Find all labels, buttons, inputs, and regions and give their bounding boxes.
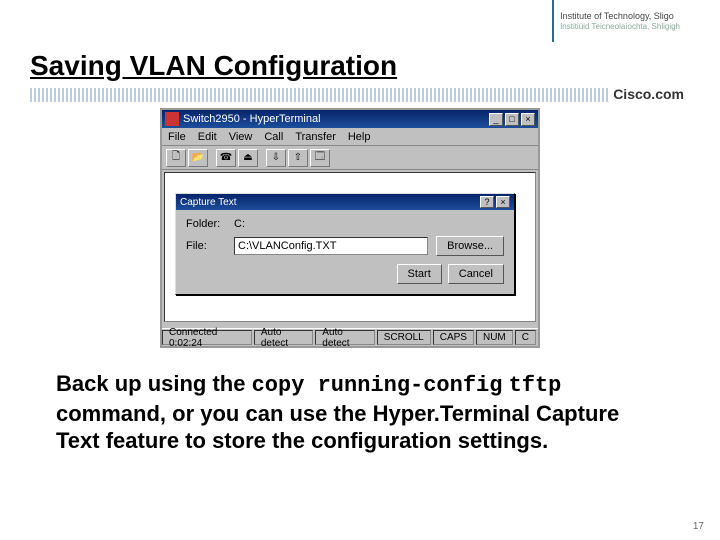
menu-view[interactable]: View	[223, 131, 259, 143]
body-code1: copy running-config	[252, 373, 503, 398]
status-detect2: Auto detect	[315, 330, 374, 345]
hyperterminal-window: Switch2950 - HyperTerminal _ □ × File Ed…	[160, 108, 540, 348]
logo-divider	[552, 0, 554, 42]
disconnect-icon[interactable]: ⏏	[238, 149, 258, 167]
body-code2: tftp	[509, 373, 562, 398]
send-icon[interactable]: ⇩	[266, 149, 286, 167]
body-post: command, or you can use the Hyper.Termin…	[56, 401, 619, 454]
decorative-bar	[30, 88, 690, 102]
institution-logo: Institute of Technology, Sligo Institiúi…	[552, 0, 680, 42]
connect-icon[interactable]: ☎	[216, 149, 236, 167]
app-icon	[165, 112, 179, 126]
status-num: NUM	[476, 330, 513, 345]
new-icon[interactable]: 🗋	[166, 149, 186, 167]
dialog-title-bar[interactable]: Capture Text ? ×	[176, 194, 514, 210]
institution-subtitle: Institiúid Teicneolaíochta, Shligigh	[560, 22, 680, 32]
toolbar: 🗋 📂 ☎ ⏏ ⇩ ⇧ 🗔	[162, 146, 538, 170]
menu-file[interactable]: File	[162, 131, 192, 143]
menu-help[interactable]: Help	[342, 131, 377, 143]
folder-label: Folder:	[186, 218, 226, 230]
dialog-buttons: Start Cancel	[186, 264, 504, 284]
capture-text-dialog: Capture Text ? × Folder: C: File: Browse…	[175, 193, 515, 295]
menu-bar: File Edit View Call Transfer Help	[162, 128, 538, 146]
maximize-button[interactable]: □	[505, 113, 519, 126]
dialog-title: Capture Text	[180, 197, 237, 208]
page-number: 17	[693, 521, 704, 532]
status-caps: CAPS	[433, 330, 474, 345]
folder-row: Folder: C:	[186, 218, 504, 230]
window-title-bar[interactable]: Switch2950 - HyperTerminal _ □ ×	[162, 110, 538, 128]
minimize-button[interactable]: _	[489, 113, 503, 126]
institution-name: Institute of Technology, Sligo	[560, 11, 680, 22]
dialog-close-button[interactable]: ×	[496, 196, 510, 208]
body-pre: Back up using the	[56, 371, 252, 396]
cancel-button[interactable]: Cancel	[448, 264, 504, 284]
browse-button[interactable]: Browse...	[436, 236, 504, 256]
status-c: C	[515, 330, 536, 345]
open-icon[interactable]: 📂	[188, 149, 208, 167]
file-row: File: Browse...	[186, 236, 504, 256]
window-controls: _ □ ×	[489, 113, 535, 126]
slide-title: Saving VLAN Configuration	[30, 50, 397, 82]
menu-call[interactable]: Call	[258, 131, 289, 143]
folder-value: C:	[234, 218, 245, 230]
status-connected: Connected 0:02:24	[162, 330, 252, 345]
menu-transfer[interactable]: Transfer	[289, 131, 342, 143]
status-detect1: Auto detect	[254, 330, 313, 345]
file-input[interactable]	[234, 237, 428, 255]
properties-icon[interactable]: 🗔	[310, 149, 330, 167]
dialog-help-button[interactable]: ?	[480, 196, 494, 208]
menu-edit[interactable]: Edit	[192, 131, 223, 143]
cisco-branding: Cisco.com	[609, 84, 688, 104]
file-label: File:	[186, 240, 226, 252]
status-scroll: SCROLL	[377, 330, 431, 345]
close-button[interactable]: ×	[521, 113, 535, 126]
slide-body: Back up using the copy running-config tf…	[56, 370, 656, 455]
window-title: Switch2950 - HyperTerminal	[183, 113, 489, 125]
receive-icon[interactable]: ⇧	[288, 149, 308, 167]
institution-text: Institute of Technology, Sligo Institiúi…	[560, 11, 680, 31]
terminal-content: Capture Text ? × Folder: C: File: Browse…	[164, 172, 536, 322]
start-button[interactable]: Start	[397, 264, 442, 284]
dialog-body: Folder: C: File: Browse... Start Cancel	[176, 210, 514, 294]
status-bar: Connected 0:02:24 Auto detect Auto detec…	[162, 328, 538, 346]
